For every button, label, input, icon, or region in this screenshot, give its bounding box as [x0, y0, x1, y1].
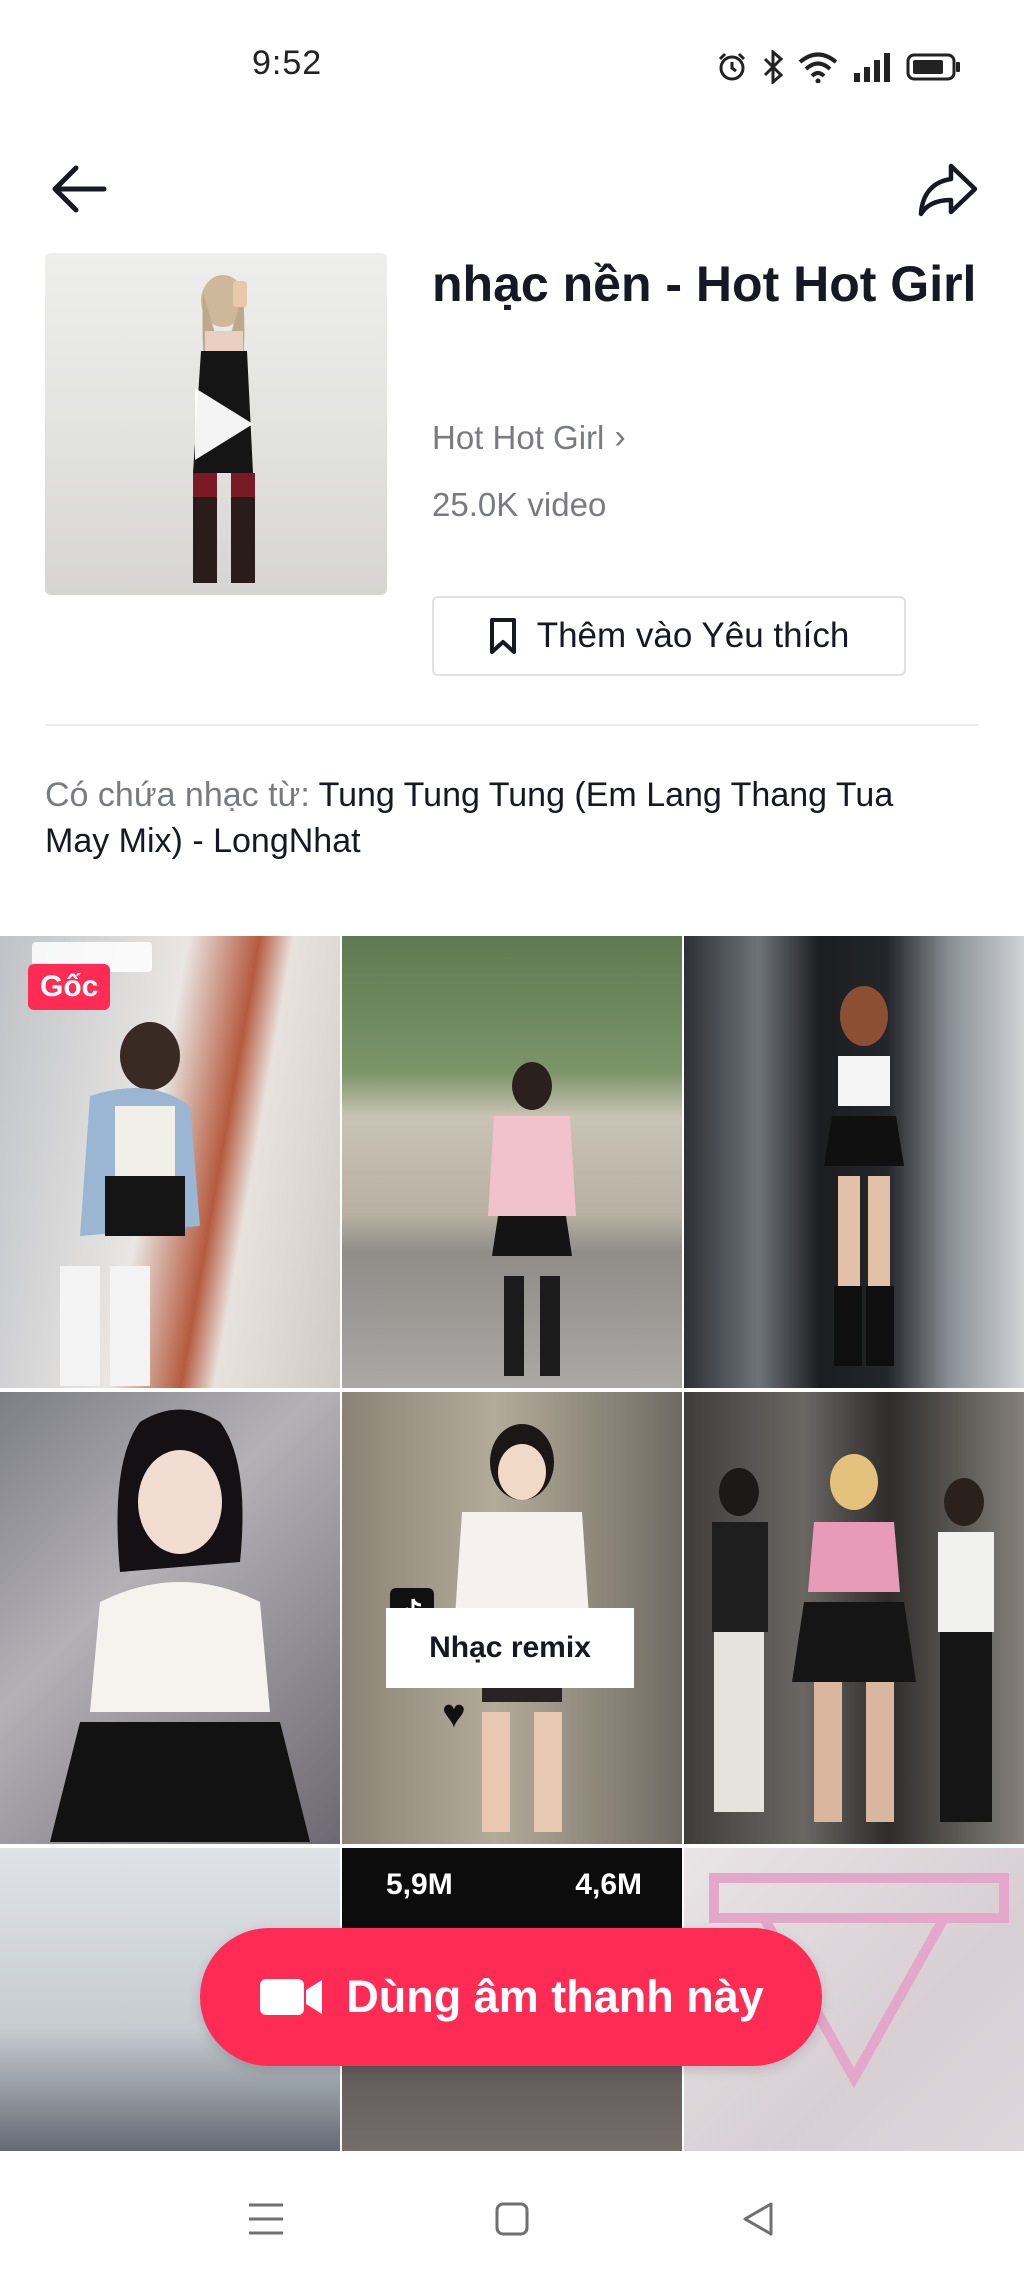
alarm-icon — [718, 52, 746, 81]
video-camera-icon — [260, 1979, 323, 2015]
video-thumbnail[interactable] — [684, 1392, 1024, 1844]
use-sound-label: Dùng âm thanh này — [346, 1971, 764, 2022]
stat-left: 5,9M — [386, 1868, 453, 1901]
contains-label: Có chứa nhạc từ: — [45, 776, 310, 814]
video-thumbnail[interactable] — [342, 936, 682, 1388]
status-icons — [716, 50, 962, 84]
menu-icon — [249, 2203, 283, 2235]
system-nav-bar — [0, 2151, 1024, 2276]
add-to-favorites-button[interactable]: Thêm vào Yêu thích — [432, 596, 906, 676]
status-bar: 9:52 — [0, 0, 1024, 130]
video-person — [50, 1409, 310, 1842]
back-button[interactable] — [44, 154, 114, 224]
wifi-icon — [798, 52, 838, 83]
video-thumbnail[interactable]: Gốc — [0, 936, 340, 1388]
back-triangle-icon — [743, 2202, 773, 2236]
battery-icon — [906, 53, 960, 81]
share-arrow-icon — [918, 163, 978, 217]
video-person — [60, 1022, 200, 1386]
use-this-sound-button[interactable]: Dùng âm thanh này — [200, 1928, 822, 2066]
play-icon — [195, 388, 253, 460]
stat-right: 4,6M — [575, 1868, 642, 1901]
video-thumbnail[interactable]: Nhạc remix ♥ — [342, 1392, 682, 1844]
top-bar — [0, 140, 1024, 230]
author-link[interactable]: Hot Hot Girl › — [432, 418, 626, 457]
sound-title: nhạc nền - Hot Hot Girl — [432, 256, 977, 312]
arrow-left-icon — [52, 165, 107, 213]
video-person — [824, 986, 904, 1366]
stats-bar: 5,9M 4,6M — [342, 1848, 682, 1928]
home-square-icon — [495, 2202, 529, 2236]
share-button[interactable] — [908, 150, 988, 230]
divider — [45, 724, 979, 726]
system-back-button[interactable] — [728, 2189, 788, 2249]
home-button[interactable] — [482, 2189, 542, 2249]
video-thumbnail[interactable] — [684, 936, 1024, 1388]
video-person — [712, 1454, 994, 1822]
bookmark-icon — [489, 618, 516, 654]
contains-music-text: Có chứa nhạc từ: Tung Tung Tung (Em Lang… — [45, 772, 945, 864]
signal-icon — [854, 53, 890, 82]
heart-icon: ♥ — [442, 1692, 466, 1736]
original-badge: Gốc — [28, 964, 111, 1010]
video-person — [488, 1062, 576, 1376]
sound-cover-image[interactable] — [45, 253, 387, 595]
video-thumbnail[interactable] — [0, 1392, 340, 1844]
status-time: 9:52 — [252, 44, 323, 82]
remix-caption: Nhạc remix — [386, 1608, 634, 1688]
video-count: 25.0K video — [432, 486, 607, 523]
recent-apps-button[interactable] — [236, 2189, 296, 2249]
favorite-label: Thêm vào Yêu thích — [536, 616, 850, 655]
chevron-right-icon: › — [614, 418, 626, 456]
author-name: Hot Hot Girl — [432, 418, 605, 456]
bluetooth-icon — [763, 50, 784, 84]
